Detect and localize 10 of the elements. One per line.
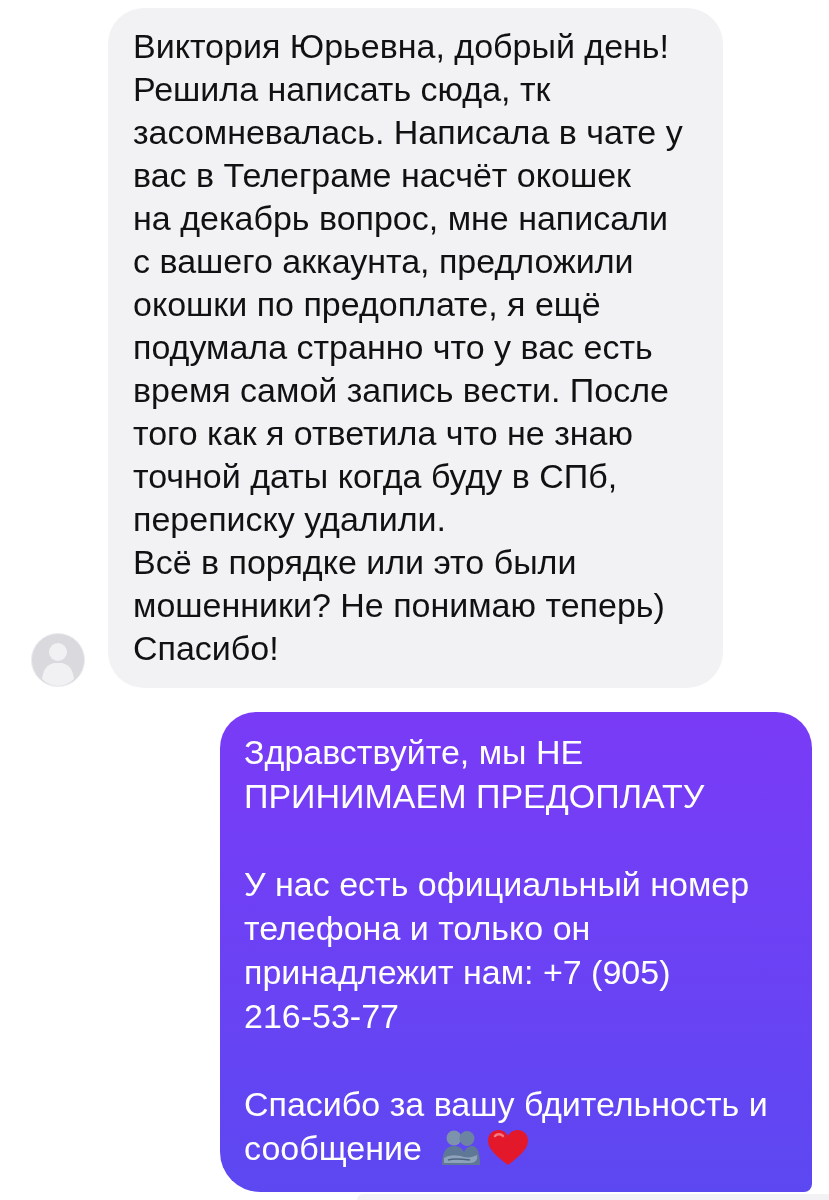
heart-icon: [487, 1130, 528, 1166]
message-text: Виктория Юрьевна, добрый день! Решила написать сюда, тк засомневалась. Написала в чате у вас в Телеграме насчёт окошек на декабрь вопрос, мне написали с вашего аккаунта, предложили окошки по предоплате, я ещё подумала странно что у вас есть время самой запись вести. После того как я ответила что не знаю точной даты когда буду в СПб, переписку удалили.: [133, 27, 683, 538]
message-text: Всё в порядке или это были мошенники? Не понимаю теперь): [133, 543, 665, 624]
avatar-icon[interactable]: [31, 633, 85, 687]
message-text: сообщение: [244, 1129, 422, 1167]
message-text: Здравствуйте, мы НЕ ПРИНИМАЕМ ПРЕДОПЛАТУ: [244, 733, 705, 815]
message-text: Спасибо!: [133, 629, 279, 667]
message-text: У нас есть официальный номер телефона и только он принадлежит нам: +7 (905) 216-53-77: [244, 865, 750, 1035]
message-text: Спасибо за вашу бдительность и: [244, 1084, 768, 1125]
hugging-people-icon: [439, 1130, 480, 1166]
